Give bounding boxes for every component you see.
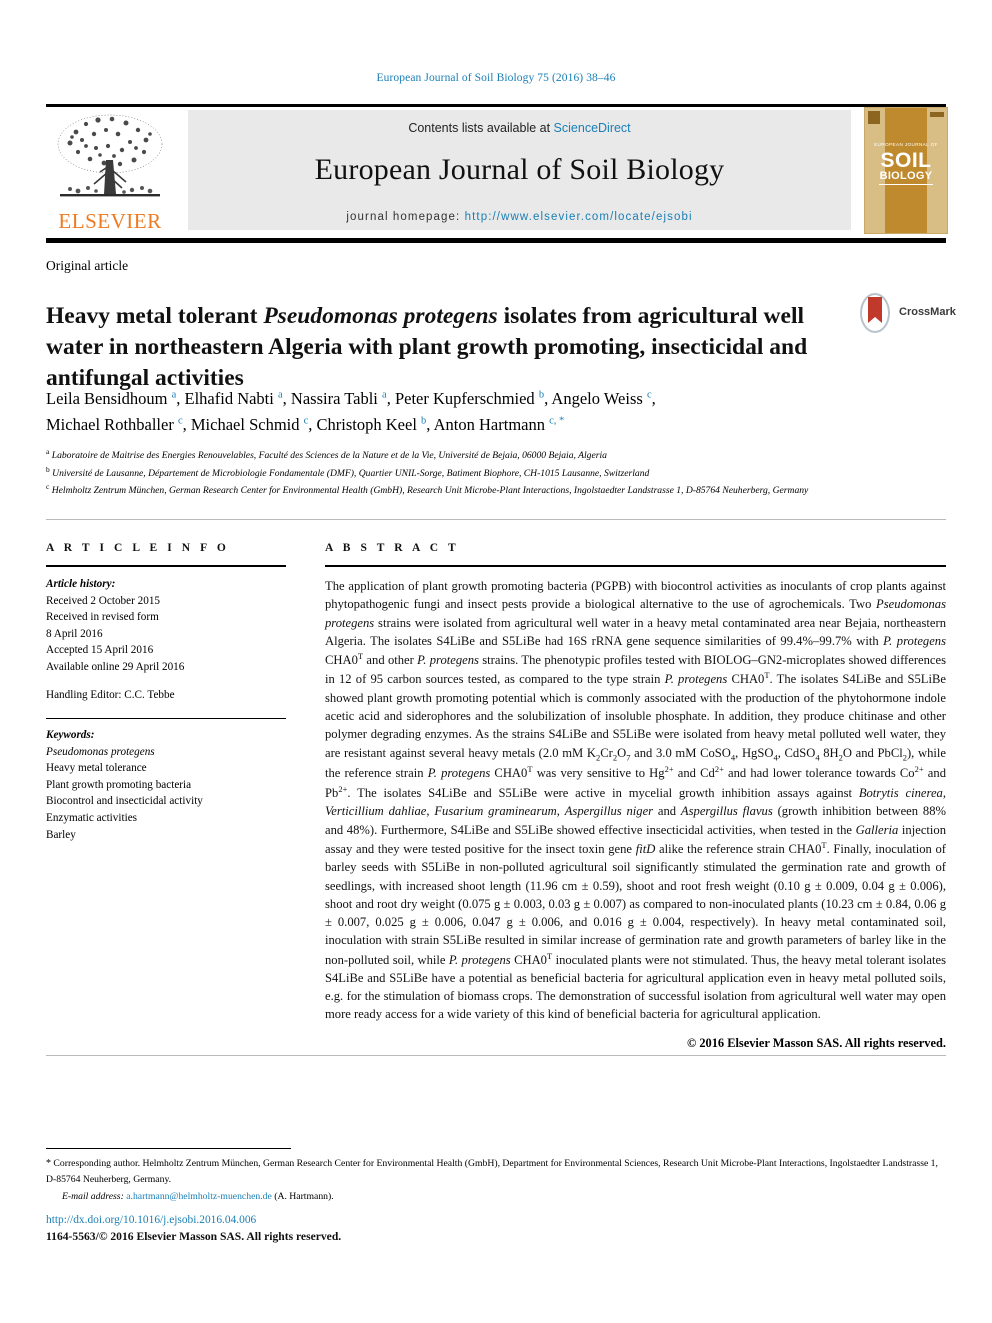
affiliation-text: Laboratoire de Maitrise des Energies Ren…: [51, 450, 607, 462]
history-item: 8 April 2016: [46, 627, 103, 640]
email-label: E-mail address:: [62, 1190, 124, 1202]
corresponding-author-text: Corresponding author. Helmholtz Zentrum …: [46, 1158, 938, 1185]
keyword-item: Pseudomonas protegens: [46, 745, 155, 758]
keywords-rule: [46, 718, 286, 720]
affiliation-item: a Laboratoire de Maitrise des Energies R…: [46, 446, 946, 464]
keywords-block: Keywords: Pseudomonas protegens Heavy me…: [46, 727, 286, 843]
affil-ref-c-star: c, *: [549, 415, 565, 427]
history-item: Available online 29 April 2016: [46, 660, 185, 673]
affil-ref-a: a: [171, 389, 177, 401]
affil-ref-a: a: [277, 389, 283, 401]
author-list: Leila Bensidhoum a, Elhafid Nabti a, Nas…: [46, 386, 946, 437]
doi-block: http://dx.doi.org/10.1016/j.ejsobi.2016.…: [46, 1212, 341, 1245]
affil-ref-c: c: [646, 389, 652, 401]
corresponding-author-note: * Corresponding author. Helmholtz Zentru…: [46, 1156, 946, 1187]
crossmark-icon: [860, 293, 890, 333]
cover-journal-prefix: EUROPEAN JOURNAL OF: [874, 142, 938, 147]
elsevier-wordmark: ELSEVIER: [58, 209, 162, 233]
contents-available-line: Contents lists available at ScienceDirec…: [188, 121, 851, 135]
abstract-column: A B S T R A C T The application of plant…: [325, 542, 946, 1051]
affil-ref-b: b: [421, 415, 427, 427]
doi-link[interactable]: http://dx.doi.org/10.1016/j.ejsobi.2016.…: [46, 1212, 341, 1229]
running-head: European Journal of Soil Biology 75 (201…: [376, 72, 616, 84]
affil-ref-c: c: [303, 415, 309, 427]
journal-homepage-line: journal homepage: http://www.elsevier.co…: [188, 211, 851, 223]
journal-cover-thumbnail: EUROPEAN JOURNAL OF SOIL BIOLOGY: [864, 107, 948, 234]
sciencedirect-link[interactable]: ScienceDirect: [554, 121, 631, 135]
cover-title-soil: SOIL: [880, 149, 932, 172]
history-item: Accepted 15 April 2016: [46, 644, 154, 657]
journal-title: European Journal of Soil Biology: [314, 153, 725, 186]
title-segment-1: Heavy metal tolerant: [46, 302, 264, 329]
article-type-label: Original article: [46, 258, 129, 273]
affiliation-item: b Université de Lausanne, Département de…: [46, 464, 946, 482]
email-row: E-mail address: a.hartmann@helmholtz-mue…: [62, 1189, 946, 1204]
page-title: Heavy metal tolerant Pseudomonas protege…: [46, 301, 811, 394]
masthead-top-rule: [46, 104, 946, 107]
keyword-item: Heavy metal tolerance: [46, 762, 147, 775]
author-line-2: Michael Rothballer c, Michael Schmid c, …: [46, 414, 565, 434]
cover-title-biology: BIOLOGY: [879, 171, 933, 185]
affil-ref-b: b: [538, 389, 545, 401]
info-section-divider: [46, 519, 946, 520]
article-history-block: Article history: Received 2 October 2015…: [46, 576, 286, 704]
elsevier-tree-icon: [57, 114, 163, 197]
affiliation-text: Helmholtz Zentrum München, German Resear…: [51, 485, 809, 497]
author-line-1: Leila Bensidhoum a, Elhafid Nabti a, Nas…: [46, 389, 656, 408]
contents-banner: Contents lists available at ScienceDirec…: [188, 110, 851, 230]
contents-prefix-text: Contents lists available at: [408, 121, 554, 135]
history-item: Received in revised form: [46, 611, 159, 624]
journal-article-page: European Journal of Soil Biology 75 (201…: [0, 0, 992, 1323]
keyword-item: Enzymatic activities: [46, 811, 138, 824]
journal-homepage-link[interactable]: http://www.elsevier.com/locate/ejsobi: [465, 211, 693, 223]
affiliation-item: c Helmholtz Zentrum München, German Rese…: [46, 481, 946, 499]
affil-ref-a: a: [382, 389, 387, 401]
article-info-heading: A R T I C L E I N F O: [46, 542, 230, 554]
elsevier-logo: ELSEVIER: [46, 110, 174, 232]
masthead-bottom-rule: [46, 238, 946, 243]
affiliation-text: Université de Lausanne, Département de M…: [52, 467, 650, 479]
crossmark-badge[interactable]: CrossMark: [855, 293, 956, 335]
footnote-rule: [46, 1148, 291, 1149]
cover-elsevier-mark: [868, 111, 880, 124]
affiliation-marker: c: [46, 482, 50, 492]
abstract-section-bottom-divider: [46, 1055, 946, 1056]
journal-masthead: ELSEVIER Contents lists available at Sci…: [46, 104, 948, 243]
title-species-name: Pseudomonas protegens: [263, 302, 498, 329]
footnote-block: * Corresponding author. Helmholtz Zentru…: [46, 1156, 946, 1204]
abstract-rule: [325, 565, 946, 567]
crossmark-label: CrossMark: [899, 306, 956, 318]
abstract-text: The application of plant growth promotin…: [325, 579, 947, 1022]
keyword-item: Barley: [46, 828, 76, 841]
article-history-label: Article history:: [46, 578, 116, 590]
affiliation-marker: a: [46, 447, 50, 456]
cover-issn-mark: [930, 112, 944, 117]
email-suffix: (A. Hartmann).: [274, 1190, 334, 1202]
handling-editor: Handling Editor: C.C. Tebbe: [46, 689, 175, 702]
corresponding-marker: *: [46, 1158, 51, 1169]
keyword-item: Biocontrol and insecticidal activity: [46, 795, 203, 808]
affiliation-list: a Laboratoire de Maitrise des Energies R…: [46, 446, 946, 499]
history-item: Received 2 October 2015: [46, 594, 161, 607]
issn-copyright-line: 1164-5563/© 2016 Elsevier Masson SAS. Al…: [46, 1229, 342, 1243]
affil-ref-c: c: [177, 415, 183, 427]
email-link[interactable]: a.hartmann@helmholtz-muenchen.de: [126, 1191, 272, 1202]
article-info-column: A R T I C L E I N F O Article history: R…: [46, 542, 286, 843]
affiliation-marker: b: [46, 464, 50, 474]
homepage-prefix-text: journal homepage:: [346, 211, 465, 223]
copyright-line: © 2016 Elsevier Masson SAS. All rights r…: [686, 1035, 946, 1050]
abstract-heading: A B S T R A C T: [325, 542, 460, 554]
article-info-rule: [46, 565, 286, 567]
keywords-label: Keywords:: [46, 729, 95, 742]
keyword-item: Plant growth promoting bacteria: [46, 778, 192, 791]
